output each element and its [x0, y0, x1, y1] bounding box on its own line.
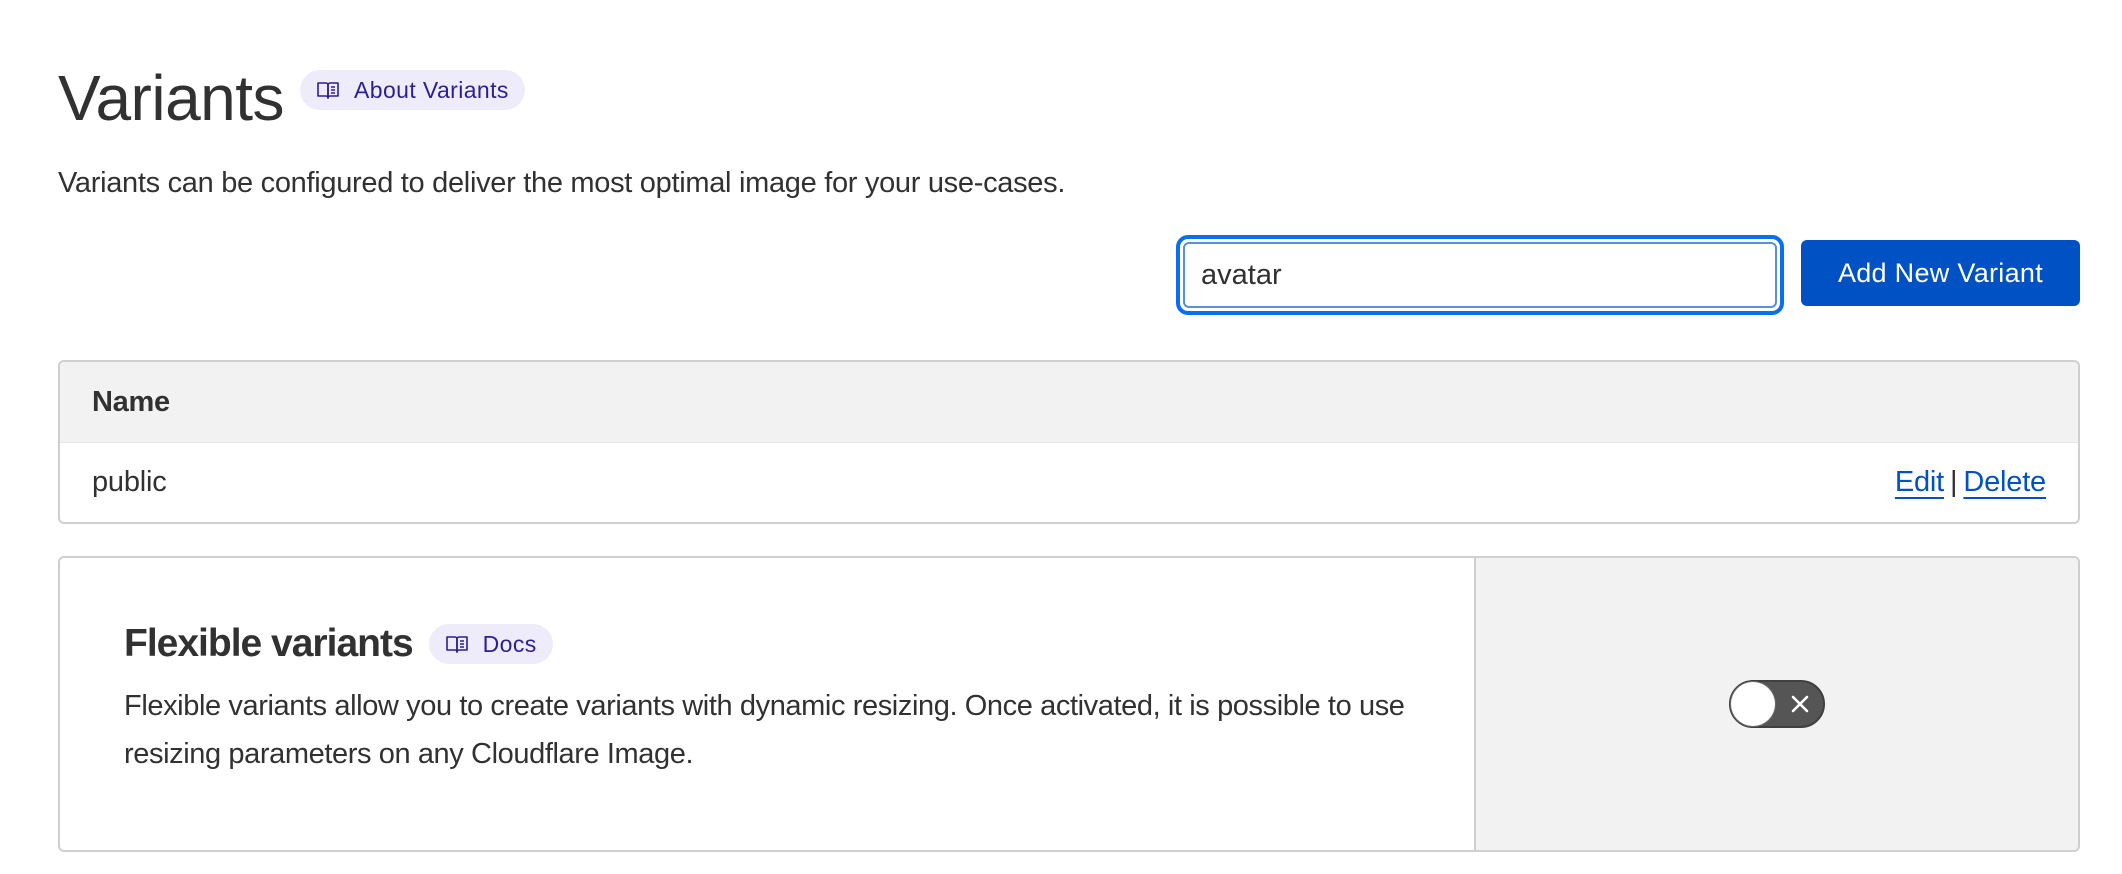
column-header-name: Name: [92, 385, 170, 418]
docs-label: Docs: [482, 630, 537, 657]
row-actions: Edit | Delete: [1895, 466, 2046, 499]
variant-name-cell: public: [92, 466, 167, 498]
table-header-row: Name: [60, 362, 2078, 442]
table-row: public Edit | Delete: [60, 442, 2078, 522]
close-icon: [1791, 695, 1809, 713]
flexible-variants-description: Flexible variants allow you to create va…: [124, 690, 1405, 770]
delete-link[interactable]: Delete: [1963, 466, 2046, 498]
toggle-knob: [1731, 682, 1775, 726]
page-description: Variants can be configured to deliver th…: [58, 167, 1066, 199]
docs-link[interactable]: Docs: [428, 624, 553, 664]
variant-name-input[interactable]: [1183, 242, 1777, 308]
book-icon: [317, 82, 339, 99]
book-icon: [445, 636, 468, 653]
action-separator: |: [1950, 466, 1958, 498]
flexible-variants-card: Flexible variants Docs Flexible variants…: [58, 556, 2080, 852]
flexible-variants-toggle[interactable]: [1729, 680, 1825, 728]
flexible-variants-title-row: Flexible variants Docs: [124, 622, 1414, 666]
about-variants-link[interactable]: About Variants: [300, 70, 525, 110]
flexible-variants-title: Flexible variants: [124, 622, 414, 665]
page-header: Variants About Variants: [58, 60, 525, 136]
edit-link[interactable]: Edit: [1895, 466, 1944, 498]
flexible-variants-info: Flexible variants Docs Flexible variants…: [60, 558, 1476, 850]
page-title: Variants: [58, 62, 285, 134]
flexible-variants-toggle-panel: [1476, 558, 2078, 850]
variants-table: Name public Edit | Delete: [58, 360, 2080, 524]
add-new-variant-button[interactable]: Add New Variant: [1801, 240, 2080, 306]
about-variants-label: About Variants: [354, 76, 509, 103]
search-field-focus-ring: [1176, 235, 1784, 315]
